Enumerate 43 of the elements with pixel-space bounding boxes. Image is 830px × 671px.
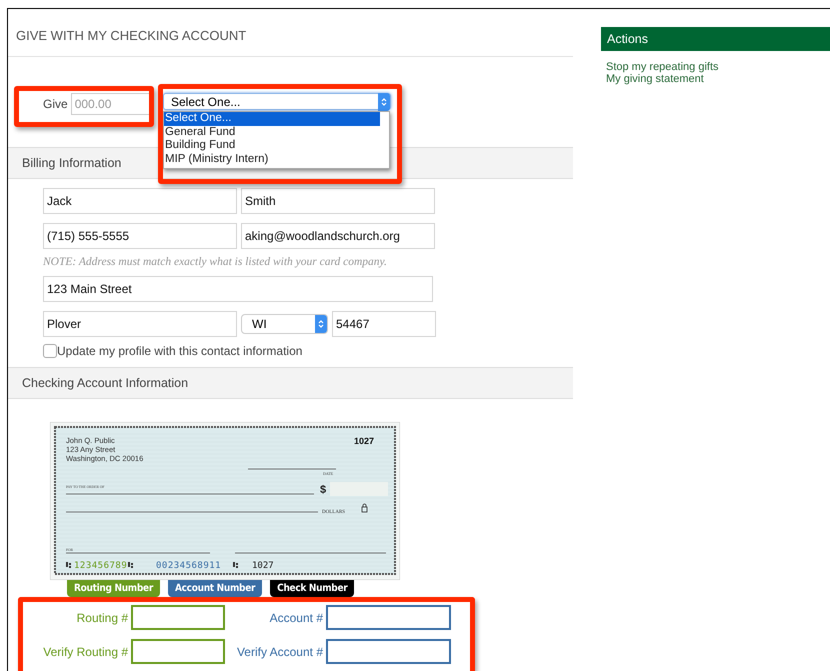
micr-symbol-icon — [233, 562, 238, 568]
field-label: Routing # — [76, 610, 128, 624]
text-field[interactable]: Jack — [43, 188, 237, 214]
sidebar-header: Actions — [601, 27, 830, 51]
dropdown-option[interactable]: MIP (Ministry Intern) — [164, 152, 380, 166]
check-number-text: 1027 — [252, 561, 274, 571]
text-field[interactable]: Plover — [43, 311, 237, 337]
sidebar-link[interactable]: Stop my repeating gifts — [606, 61, 825, 73]
text-field[interactable]: Smith — [241, 188, 435, 214]
text-field[interactable]: 54467 — [332, 311, 436, 337]
checkbox[interactable] — [43, 344, 57, 358]
field-label: Verify Routing # — [42, 644, 128, 658]
checkbox-label: Update my profile with this contact information — [57, 344, 302, 358]
field-label: Account # — [268, 610, 323, 624]
check-legend-tag: Account Number — [168, 580, 262, 597]
text-field[interactable] — [131, 605, 225, 630]
page-title: GIVE WITH MY CHECKING ACCOUNT — [8, 9, 573, 57]
text-field[interactable]: (715) 555-5555 — [43, 223, 237, 249]
account-number-text: 00234568911 — [156, 561, 222, 571]
check-legend-tag: Routing Number — [67, 580, 160, 597]
text-field[interactable] — [131, 639, 225, 664]
state-select[interactable]: WI — [241, 314, 328, 334]
text-field[interactable]: 123 Main Street — [43, 276, 433, 302]
routing-number-text: 123456789 — [74, 561, 128, 571]
text-field[interactable] — [326, 639, 451, 664]
amount-field[interactable]: 000.00 — [70, 93, 151, 115]
field-label: Give — [43, 97, 68, 111]
field-label: Verify Account # — [236, 644, 323, 658]
text-field[interactable]: aking@woodlandschurch.org — [241, 223, 435, 249]
lock-icon — [362, 504, 368, 512]
check-number: 1027 — [354, 436, 374, 446]
fund-select[interactable]: Select One... — [163, 93, 391, 110]
dropdown-option[interactable]: Select One... — [164, 112, 380, 126]
dollar-sign: $ — [320, 484, 326, 496]
check-legend-tag: Check Number — [270, 580, 354, 597]
text-field[interactable] — [326, 605, 451, 630]
sidebar-link[interactable]: My giving statement — [606, 73, 825, 85]
micr-symbol-icon — [66, 562, 71, 568]
dropdown-option[interactable]: General Fund — [164, 126, 380, 139]
micr-symbol-icon — [128, 562, 133, 568]
section-header: Checking Account Information — [8, 367, 573, 399]
address-note: NOTE: Address must match exactly what is listed with your card company. — [43, 256, 388, 268]
stepper-icon — [315, 315, 327, 333]
